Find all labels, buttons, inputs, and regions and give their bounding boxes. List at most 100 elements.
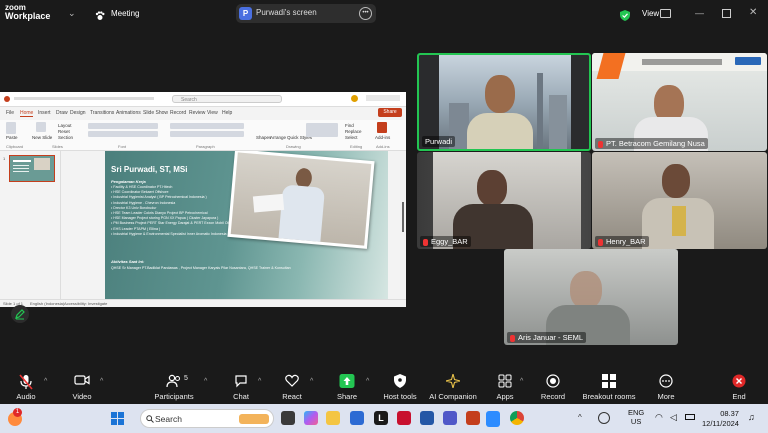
- reset-button[interactable]: Reset: [58, 129, 70, 134]
- annotate-button[interactable]: [11, 305, 29, 323]
- menu-transitions[interactable]: Transitions: [90, 110, 114, 116]
- video-tile-eggy[interactable]: Eggy_BAR: [417, 152, 591, 249]
- powerpoint-share-button[interactable]: Share: [378, 108, 402, 117]
- vertical-scrollbar[interactable]: [402, 202, 404, 232]
- battery-icon[interactable]: [685, 414, 695, 420]
- powerpoint-search[interactable]: Search: [172, 95, 282, 103]
- record-button[interactable]: Record: [536, 370, 570, 404]
- wifi-icon[interactable]: ◠: [655, 412, 663, 423]
- minimize-icon[interactable]: —: [695, 8, 704, 18]
- window-controls[interactable]: [366, 95, 400, 101]
- video-tile-henry[interactable]: Henry_BAR: [592, 152, 767, 249]
- add-ins-button[interactable]: Add-ins: [375, 135, 390, 140]
- apps-button[interactable]: Apps: [490, 370, 520, 404]
- section-button[interactable]: Section: [58, 135, 73, 140]
- close-icon[interactable]: ✕: [749, 7, 757, 18]
- chevron-up-icon[interactable]: ^: [258, 378, 261, 385]
- clock[interactable]: 08.37 12/11/2024: [702, 409, 739, 429]
- word-icon[interactable]: [420, 411, 434, 425]
- menu-file[interactable]: File: [6, 110, 14, 116]
- more-options-icon[interactable]: •••: [359, 7, 372, 20]
- menu-design[interactable]: Design: [70, 110, 86, 116]
- store-icon[interactable]: [350, 411, 364, 425]
- chevron-up-icon[interactable]: ^: [310, 378, 313, 385]
- menu-draw[interactable]: Draw: [56, 110, 68, 116]
- copilot-icon[interactable]: [304, 411, 318, 425]
- menu-help[interactable]: Help: [222, 110, 232, 116]
- replace-button[interactable]: Replace: [345, 129, 362, 134]
- menu-view[interactable]: View: [207, 110, 218, 116]
- video-tile-purwadi[interactable]: Purwadi: [417, 53, 591, 151]
- shapes-button[interactable]: Shapes: [256, 135, 271, 140]
- language-status[interactable]: English (Indonesia): [30, 301, 64, 306]
- chrome-icon[interactable]: [510, 411, 524, 425]
- chevron-up-icon[interactable]: ^: [366, 378, 369, 385]
- chevron-up-icon[interactable]: ^: [44, 378, 47, 385]
- shape-format-controls[interactable]: [306, 123, 338, 137]
- launcher-l-icon[interactable]: L: [374, 411, 388, 425]
- quick-access-toolbar[interactable]: [14, 97, 154, 100]
- view-grid-icon[interactable]: [660, 9, 671, 18]
- shared-screen[interactable]: Search File Home Insert Draw Design Tran…: [0, 92, 406, 307]
- find-button[interactable]: Find: [345, 123, 354, 128]
- menu-slide-show[interactable]: Slide Show: [143, 110, 168, 116]
- zoom-taskbar-icon[interactable]: [486, 411, 500, 427]
- menu-animations[interactable]: Animations: [116, 110, 141, 116]
- screen-share-indicator[interactable]: P Purwadi's screen •••: [236, 4, 376, 23]
- react-button[interactable]: React: [275, 370, 309, 404]
- slide-thumbnail[interactable]: [9, 155, 55, 182]
- participants-button[interactable]: 5 Participants: [150, 370, 198, 404]
- video-tile-aris[interactable]: Aris Januar - SEML: [504, 249, 678, 345]
- alignment-controls[interactable]: [170, 131, 244, 137]
- chevron-up-icon[interactable]: ^: [204, 378, 207, 385]
- language-indicator[interactable]: ENG US: [628, 408, 644, 426]
- participant-name: Aris Januar - SEML: [507, 332, 587, 343]
- task-view-icon[interactable]: [281, 411, 295, 425]
- end-meeting-button[interactable]: End: [724, 370, 754, 404]
- chevron-up-icon[interactable]: ^: [100, 378, 103, 385]
- volume-icon[interactable]: ◁: [670, 412, 677, 423]
- slide-canvas[interactable]: Sri Purwadi, ST, MSi Pengalaman Kerja • …: [105, 151, 388, 299]
- meeting-label[interactable]: Meeting: [111, 9, 139, 18]
- video-button[interactable]: Video: [62, 370, 102, 404]
- teams-icon[interactable]: [443, 411, 457, 425]
- font-format-controls[interactable]: [88, 131, 158, 137]
- view-menu[interactable]: View: [642, 9, 659, 18]
- menu-review[interactable]: Review: [189, 110, 205, 116]
- more-button[interactable]: More: [650, 370, 682, 404]
- layout-button[interactable]: Layout: [58, 123, 72, 128]
- ai-companion-label: AI Companion: [429, 392, 477, 401]
- notifications-bell-icon[interactable]: ♫: [748, 412, 755, 422]
- breakout-rooms-button[interactable]: Breakout rooms: [580, 370, 638, 404]
- paste-button[interactable]: Paste: [6, 135, 18, 140]
- accessibility-status[interactable]: Accessibility: Investigate: [64, 301, 107, 306]
- chevron-down-icon[interactable]: ⌄: [68, 8, 76, 19]
- video-tile-betracom[interactable]: PT. Betracom Gemilang Nusa: [592, 53, 767, 151]
- chevron-up-icon[interactable]: ^: [520, 378, 523, 385]
- arrange-button[interactable]: Arrange: [270, 135, 286, 140]
- paragraph-controls[interactable]: [170, 123, 244, 129]
- new-slide-button[interactable]: New Slide: [32, 135, 52, 140]
- select-button[interactable]: Select: [345, 135, 358, 140]
- account-icon[interactable]: [351, 95, 358, 102]
- share-button[interactable]: Share: [330, 370, 364, 404]
- audio-button[interactable]: Audio: [6, 370, 46, 404]
- menu-insert[interactable]: Insert: [38, 110, 51, 116]
- zoom-workplace-logo: zoom Workplace: [5, 3, 50, 21]
- menu-home[interactable]: Home: [20, 110, 34, 117]
- onedrive-icon[interactable]: [598, 412, 610, 424]
- ai-companion-button[interactable]: AI Companion: [426, 370, 480, 404]
- shield-check-icon[interactable]: [620, 8, 630, 21]
- menu-record[interactable]: Record: [170, 110, 186, 116]
- mcafee-icon[interactable]: [397, 411, 411, 425]
- powerpoint-taskbar-icon[interactable]: [466, 411, 480, 425]
- chevron-up-icon[interactable]: ^: [578, 413, 582, 422]
- host-tools-button[interactable]: Host tools: [380, 370, 420, 404]
- taskbar-search[interactable]: Search: [140, 409, 274, 428]
- font-controls[interactable]: [88, 123, 158, 129]
- restore-icon[interactable]: [722, 9, 731, 18]
- file-explorer-icon[interactable]: [326, 411, 340, 425]
- chat-button[interactable]: Chat: [224, 370, 258, 404]
- weather-widget-icon[interactable]: 1: [8, 408, 22, 426]
- windows-start-icon[interactable]: [111, 412, 124, 425]
